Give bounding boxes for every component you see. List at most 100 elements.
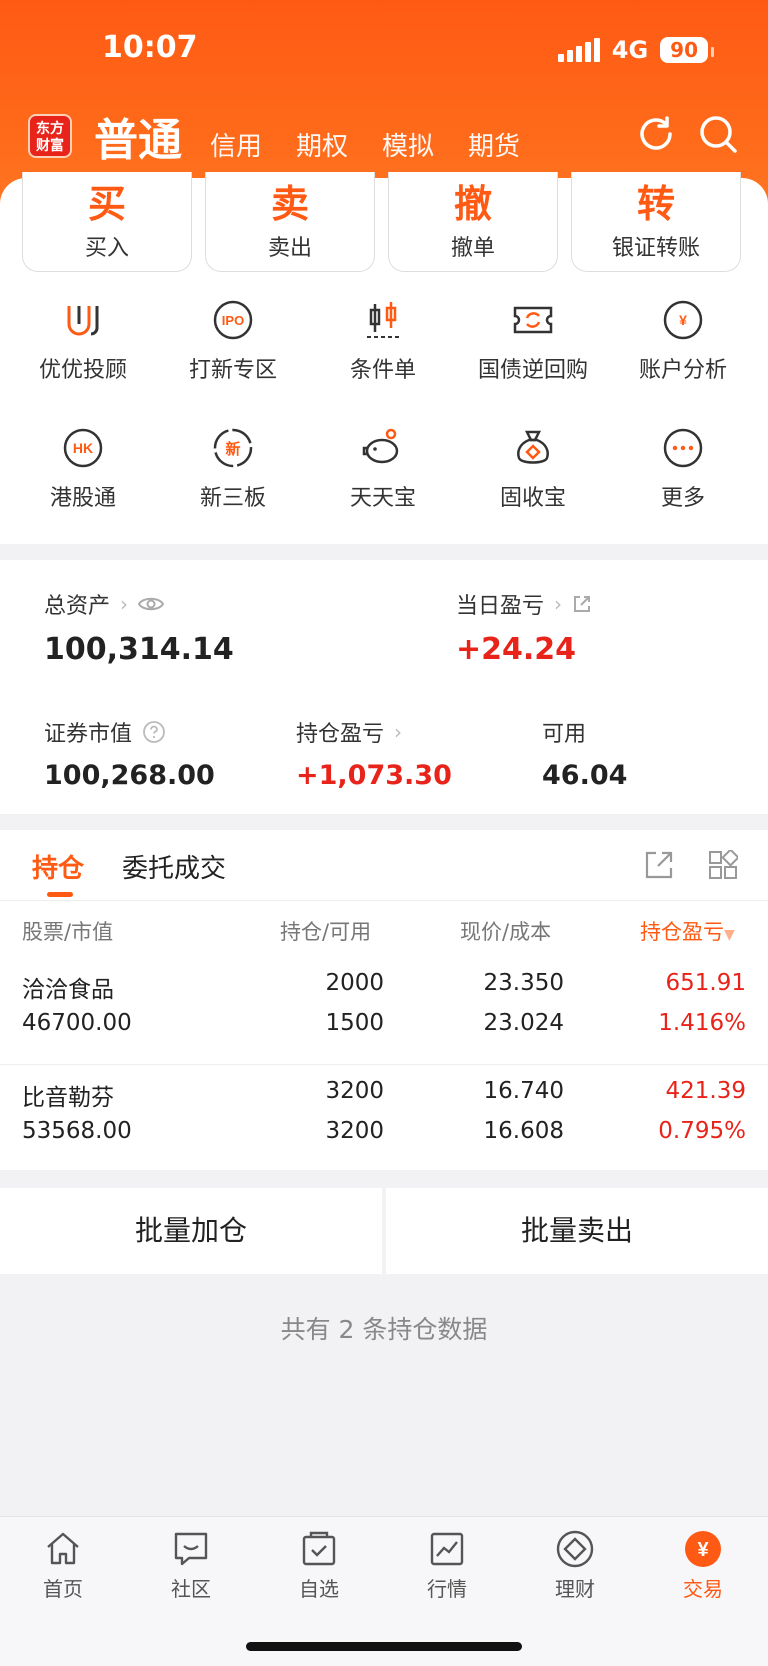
batch-actions: 批量加仓 批量卖出 — [0, 1188, 768, 1274]
ipo-icon: IPO — [213, 300, 253, 340]
grid-label: 打新专区 — [188, 358, 277, 383]
holding-qty: 2000 — [325, 970, 384, 996]
svg-text:HK: HK — [73, 440, 93, 456]
total-assets-label: 总资产 — [44, 594, 111, 619]
market-value-value: 100,268.00 — [44, 760, 215, 791]
cost-price: 16.608 — [483, 1118, 564, 1144]
quick-actions: 买 买入 卖 卖出 撤 撤单 转 银证转账 — [22, 172, 741, 272]
current-price: 16.740 — [483, 1078, 564, 1104]
col-holding-available: 持仓/可用 — [280, 920, 372, 944]
asset-summary: 总资产 › 100,314.14 当日盈亏 › +24.24 证券市值 100,… — [0, 560, 768, 814]
grid-item-advisor[interactable]: 优优投顾 — [8, 298, 158, 384]
cancel-order-button[interactable]: 撤 撤单 — [388, 172, 558, 272]
tab-positions[interactable]: 持仓 — [32, 848, 84, 885]
tab-simulate[interactable]: 模拟 — [382, 126, 434, 163]
more-icon — [663, 428, 703, 468]
eye-icon[interactable] — [138, 595, 165, 613]
tab-options[interactable]: 期权 — [296, 126, 348, 163]
market-value-label-row[interactable]: 证券市值 — [44, 716, 166, 748]
holding-pl-label-row[interactable]: 持仓盈亏 › — [296, 716, 402, 748]
daily-pl-label: 当日盈亏 — [456, 594, 545, 619]
home-indicator — [246, 1642, 522, 1651]
grid-item-hk-connect[interactable]: HK 港股通 — [8, 426, 158, 512]
analysis-icon: ¥ — [663, 300, 703, 340]
export-icon[interactable] — [644, 850, 674, 880]
tab-credit[interactable]: 信用 — [210, 126, 262, 163]
cancel-glyph: 撤 — [453, 182, 492, 226]
sell-button[interactable]: 卖 卖出 — [205, 172, 375, 272]
col-holding-pl[interactable]: 持仓盈亏▼ — [640, 916, 735, 946]
chat-icon — [174, 1532, 208, 1566]
grid-item-reverse-repo[interactable]: 国债逆回购 — [458, 298, 608, 384]
hk-icon: HK — [63, 428, 103, 468]
bank-transfer-button[interactable]: 转 银证转账 — [571, 172, 741, 272]
grid-item-ipo[interactable]: IPO 打新专区 — [158, 298, 308, 384]
stock-name: 洽洽食品 — [22, 977, 114, 1003]
nav-community[interactable]: 社区 — [141, 1529, 241, 1602]
grid-label: 优优投顾 — [38, 358, 127, 383]
network-type: 4G — [611, 36, 649, 64]
grid-item-conditional-order[interactable]: 条件单 — [308, 298, 458, 384]
tab-orders[interactable]: 委托成交 — [122, 848, 226, 885]
total-assets-value: 100,314.14 — [44, 632, 234, 667]
nav-market[interactable]: 行情 — [397, 1529, 497, 1602]
total-assets-label-row[interactable]: 总资产 › — [44, 588, 165, 620]
nav-label: 行情 — [427, 1577, 467, 1601]
divider — [0, 900, 768, 901]
refresh-icon[interactable] — [634, 112, 678, 156]
holding-qty: 3200 — [325, 1078, 384, 1104]
search-icon[interactable] — [696, 112, 740, 156]
grid-label: 条件单 — [349, 358, 416, 383]
account-type-tabs: 普通 信用 期权 模拟 期货 — [94, 104, 554, 168]
yuan-icon: ¥ — [685, 1531, 721, 1567]
grid-label: 固收宝 — [499, 486, 566, 511]
grid-label: 港股通 — [49, 486, 116, 511]
grid-item-tiantianbao[interactable]: 天天宝 — [308, 426, 458, 512]
grid-view-icon[interactable] — [708, 850, 738, 880]
buy-button[interactable]: 买 买入 — [22, 172, 192, 272]
nav-home[interactable]: 首页 — [13, 1529, 113, 1602]
nav-trade[interactable]: ¥ 交易 — [653, 1529, 753, 1602]
positions-count-note: 共有 2 条持仓数据 — [280, 1315, 488, 1344]
help-icon[interactable] — [142, 720, 166, 744]
available-label: 可用 — [542, 722, 587, 747]
nav-label: 社区 — [171, 1577, 211, 1601]
nav-label: 交易 — [683, 1577, 723, 1601]
status-icons: 4G 90 — [557, 36, 714, 64]
sell-glyph: 卖 — [270, 182, 309, 226]
pl-amount: 651.91 — [665, 970, 746, 996]
diamond-icon — [556, 1530, 594, 1568]
pl-amount: 421.39 — [665, 1078, 746, 1104]
feature-grid-row-1: 优优投顾 IPO 打新专区 条件单 国债逆回购 ¥ 账户分析 — [0, 298, 768, 384]
holding-pl-value: +1,073.30 — [296, 760, 452, 791]
available-qty: 3200 — [325, 1118, 384, 1144]
share-icon[interactable] — [572, 594, 592, 614]
chart-icon — [430, 1532, 464, 1566]
feature-grid-row-2: HK 港股通 新 新三板 天天宝 固收宝 更多 — [0, 426, 768, 512]
money-bag-icon — [517, 430, 549, 464]
batch-sell-button[interactable]: 批量卖出 — [386, 1188, 768, 1274]
piggy-bank-icon — [362, 428, 399, 464]
tab-futures[interactable]: 期货 — [468, 126, 520, 163]
nav-watchlist[interactable]: 自选 — [269, 1529, 369, 1602]
tab-normal[interactable]: 普通 — [94, 104, 182, 168]
nav-label: 自选 — [299, 1577, 339, 1601]
grid-label: 更多 — [660, 486, 705, 511]
grid-label: 天天宝 — [349, 486, 416, 511]
col-stock-value: 股票/市值 — [22, 920, 114, 944]
grid-item-neeq[interactable]: 新 新三板 — [158, 426, 308, 512]
nav-wealth[interactable]: 理财 — [525, 1529, 625, 1602]
svg-text:¥: ¥ — [679, 312, 687, 328]
grid-item-fixed-income[interactable]: 固收宝 — [458, 426, 608, 512]
current-price: 23.350 — [483, 970, 564, 996]
grid-item-more[interactable]: 更多 — [608, 426, 758, 512]
divider — [0, 1064, 768, 1065]
ticket-icon — [513, 306, 553, 334]
buy-label: 买入 — [84, 236, 129, 261]
pl-percent: 1.416% — [658, 1010, 746, 1036]
grid-item-account-analysis[interactable]: ¥ 账户分析 — [608, 298, 758, 384]
stock-name: 比音勒芬 — [22, 1085, 114, 1111]
daily-pl-label-row[interactable]: 当日盈亏 › — [456, 588, 592, 620]
batch-add-button[interactable]: 批量加仓 — [0, 1188, 382, 1274]
col-holding-pl-label: 持仓盈亏 — [640, 920, 724, 944]
